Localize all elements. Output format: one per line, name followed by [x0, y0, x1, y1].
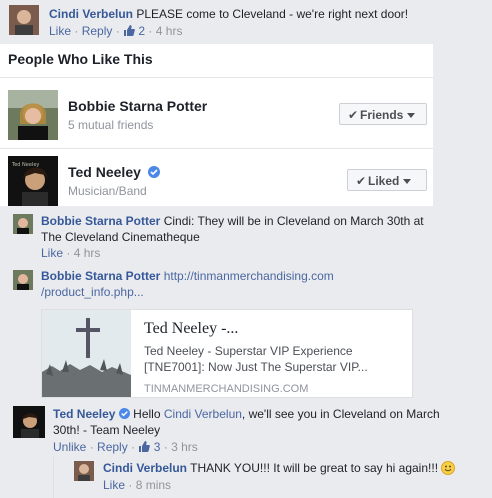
timestamp[interactable]: 8 mins: [136, 478, 171, 492]
thumbs-up-icon: [139, 441, 151, 452]
preview-description: Ted Neeley - Superstar VIP Experience [T…: [144, 344, 368, 374]
reply-link[interactable]: Reply: [97, 440, 128, 454]
people-like-panel: People Who Like This Bobbie Starna Potte…: [0, 44, 433, 206]
check-icon: ✔: [347, 108, 359, 122]
avatar[interactable]: [8, 90, 58, 140]
verified-badge-icon: [118, 408, 130, 419]
comment-body: THANK YOU!!! It will be great to say hi …: [190, 461, 439, 475]
comment-author[interactable]: Bobbie Starna Potter: [41, 214, 160, 228]
person-name[interactable]: Bobbie Starna Potter: [68, 98, 207, 114]
reaction-count[interactable]: 3: [138, 440, 163, 454]
avatar[interactable]: [13, 214, 33, 234]
timestamp[interactable]: 4 hrs: [156, 24, 183, 38]
preview-domain: TINMANMERCHANDISING.COM: [144, 383, 309, 395]
timestamp[interactable]: 4 hrs: [74, 246, 101, 260]
comment-actions: Unlike · Reply · 3 · 3 hrs: [53, 440, 198, 454]
svg-text:Ted Neeley: Ted Neeley: [11, 162, 39, 168]
person-subtitle[interactable]: 5 mutual friends: [68, 118, 153, 132]
check-icon: ✔: [355, 174, 367, 188]
friends-button[interactable]: ✔ Friends: [339, 103, 427, 125]
avatar[interactable]: [13, 406, 45, 438]
url-link-continued[interactable]: /product_info.php...: [41, 285, 144, 299]
person-subtitle: Musician/Band: [68, 184, 147, 198]
comment-actions: Like · 4 hrs: [41, 246, 101, 260]
like-link[interactable]: Like: [49, 24, 71, 38]
url-link[interactable]: http://tinmanmerchandising.com: [164, 269, 334, 283]
panel-title: People Who Like This: [8, 51, 153, 67]
comment-author[interactable]: Cindi Verbelun: [49, 7, 133, 21]
nested-reply-thread-line: [53, 457, 54, 498]
like-link[interactable]: Like: [103, 478, 125, 492]
mention-link[interactable]: Cindi Verbelun: [164, 407, 242, 421]
like-link[interactable]: Like: [41, 246, 63, 260]
unlike-link[interactable]: Unlike: [53, 440, 86, 454]
reply-text: Ted Neeley Hello Cindi Verbelun, we'll s…: [53, 407, 440, 437]
reply-text: Cindi Verbelun THANK YOU!!! It will be g…: [103, 461, 456, 475]
reaction-count[interactable]: 2: [123, 24, 148, 38]
chevron-down-icon: [407, 113, 416, 119]
comment-text: Cindi Verbelun PLEASE come to Cleveland …: [49, 7, 489, 21]
comment-author[interactable]: Cindi Verbelun: [103, 461, 187, 475]
preview-title: Ted Neeley -...: [144, 320, 239, 337]
avatar[interactable]: [9, 5, 39, 35]
avatar[interactable]: [13, 270, 33, 290]
chevron-down-icon: [403, 179, 412, 185]
timestamp[interactable]: 3 hrs: [171, 440, 198, 454]
comment-actions: Like · Reply · 2 · 4 hrs: [49, 24, 183, 38]
comment-body: PLEASE come to Cleveland - we're right n…: [136, 7, 409, 21]
divider: [0, 148, 433, 149]
avatar[interactable]: Ted Neeley: [8, 156, 58, 206]
reply-link[interactable]: Reply: [82, 24, 113, 38]
smiley-emoji-icon: [441, 461, 456, 475]
liked-button[interactable]: ✔ Liked: [347, 169, 427, 191]
comment-actions: Like · 8 mins: [103, 478, 172, 492]
preview-image: [42, 310, 131, 397]
reply-text: Bobbie Starna Potter Cindi: They will be…: [41, 213, 441, 245]
divider: [0, 77, 433, 78]
verified-badge-icon: [147, 166, 160, 178]
person-name[interactable]: Ted Neeley: [68, 164, 160, 180]
link-preview-card[interactable]: Ted Neeley -... Ted Neeley - Superstar V…: [41, 309, 413, 398]
avatar[interactable]: [74, 461, 94, 481]
thumbs-up-icon: [124, 25, 135, 36]
comment-author[interactable]: Bobbie Starna Potter: [41, 269, 160, 283]
reply-text: Bobbie Starna Potter http://tinmanmercha…: [41, 268, 441, 300]
comment-author[interactable]: Ted Neeley: [53, 407, 130, 421]
